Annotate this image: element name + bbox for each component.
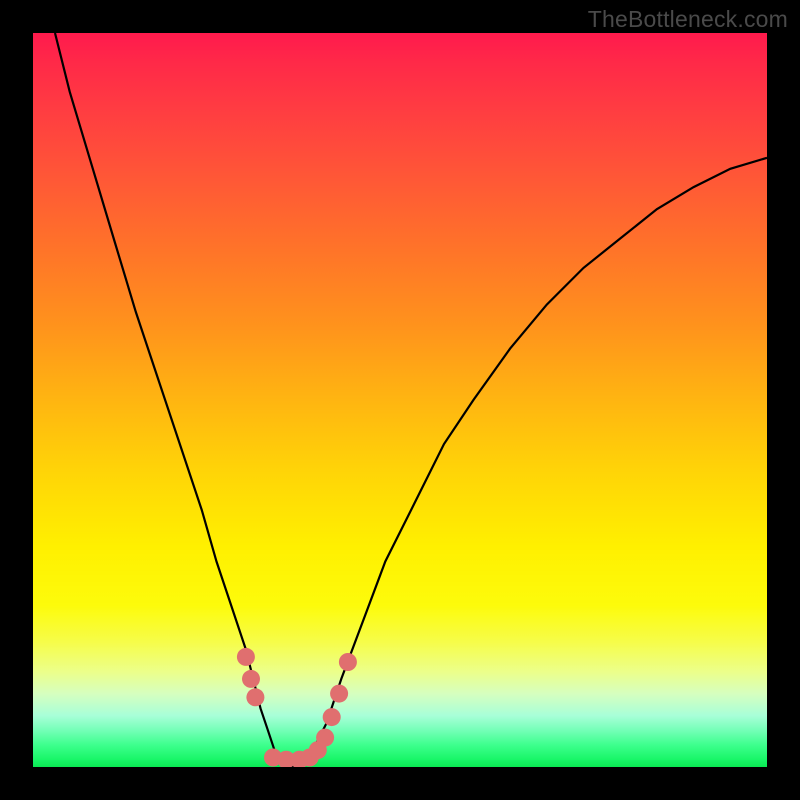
chart-frame: TheBottleneck.com xyxy=(0,0,800,800)
curve-marker xyxy=(316,729,334,747)
curve-marker xyxy=(339,653,357,671)
chart-svg xyxy=(33,33,767,767)
curve-marker xyxy=(246,688,264,706)
curve-marker xyxy=(237,648,255,666)
watermark-text: TheBottleneck.com xyxy=(588,6,788,33)
plot-area xyxy=(33,33,767,767)
curve-marker xyxy=(323,708,341,726)
curve-markers xyxy=(237,648,357,767)
bottleneck-curve xyxy=(55,33,767,767)
curve-marker xyxy=(330,685,348,703)
curve-marker xyxy=(242,670,260,688)
